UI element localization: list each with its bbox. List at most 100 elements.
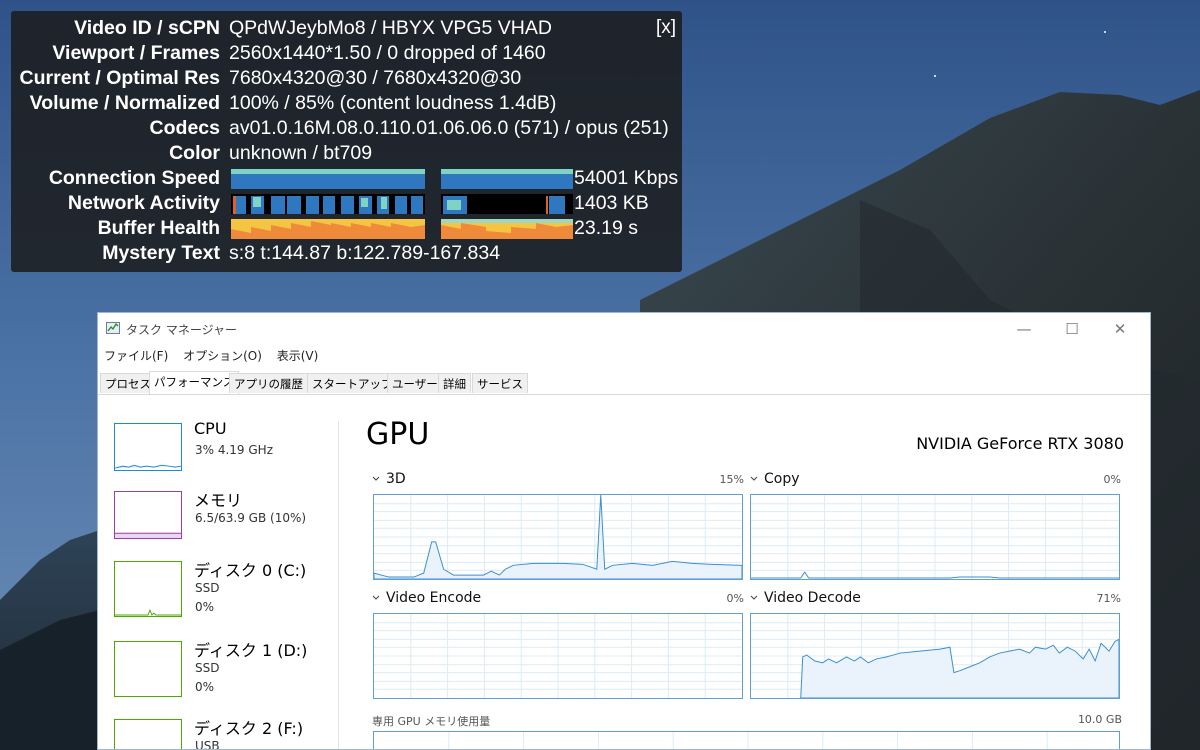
chevron-down-icon — [750, 476, 758, 481]
stats-value: 7680x4320@30 / 7680x4320@30 — [229, 67, 522, 89]
stats-value: s:8 t:144.87 b:122.789-167.834 — [229, 242, 501, 264]
tab-users[interactable]: ユーザー — [387, 373, 443, 393]
engine-percent: 71% — [1096, 592, 1121, 605]
sidebar-item-memory[interactable]: メモリ 6.5/63.9 GB (10%) — [114, 487, 334, 549]
engine-percent: 15% — [719, 473, 744, 486]
sidebar-item-usage: 0% — [195, 680, 215, 694]
graph-3d — [373, 494, 743, 580]
engine-percent: 0% — [726, 592, 744, 605]
stats-row-connection-speed: Connection Speed 54001 Kbps — [11, 166, 682, 191]
dedicated-gpu-memory-max: 10.0 GB — [1077, 713, 1122, 726]
chevron-down-icon — [750, 595, 758, 600]
graph-copy — [750, 494, 1120, 580]
stats-value: 54001 Kbps — [574, 167, 679, 189]
sidebar-item-label: CPU — [194, 419, 227, 438]
task-manager-window: タスク マネージャー — ☐ ✕ ファイル(F) オプション(O) 表示(V) … — [97, 312, 1151, 750]
menu-bar: ファイル(F) オプション(O) 表示(V) — [98, 347, 323, 367]
sidebar-item-disk-1[interactable]: ディスク 1 (D:) SSD 0% — [114, 637, 334, 699]
minimize-button[interactable]: — — [1000, 313, 1048, 345]
menu-view[interactable]: 表示(V) — [277, 349, 319, 363]
stats-row-mystery-text: Mystery Text s:8 t:144.87 b:122.789-167.… — [11, 241, 682, 266]
stats-row-buffer-health: Buffer Health 23.19 s — [11, 216, 682, 241]
menu-file[interactable]: ファイル(F) — [104, 349, 168, 363]
sidebar-item-label: メモリ — [194, 491, 243, 510]
engine-selector-video-encode[interactable]: Video Encode — [372, 590, 481, 606]
stats-label: Buffer Health — [97, 217, 220, 239]
sidebar-item-detail: SSD — [195, 661, 220, 675]
window-title: タスク マネージャー — [126, 323, 237, 337]
stats-label: Volume / Normalized — [29, 92, 220, 114]
title-bar[interactable]: タスク マネージャー — ☐ ✕ — [98, 313, 1150, 345]
close-button[interactable]: ✕ — [1096, 313, 1144, 345]
connection-speed-sparkline-2 — [441, 169, 573, 189]
sidebar-item-disk-0[interactable]: ディスク 0 (C:) SSD 0% — [114, 557, 334, 619]
dedicated-gpu-memory-label: 専用 GPU メモリ使用量 — [372, 715, 491, 728]
performance-sidebar: CPU 3% 4.19 GHz メモリ 6.5/63.9 GB (10%) ディ… — [98, 395, 338, 750]
gpu-model-name: NVIDIA GeForce RTX 3080 — [916, 434, 1124, 453]
stats-value: QPdWJeybMo8 / HBYX VPG5 VHAD — [229, 17, 552, 39]
stats-value: 2560x1440*1.50 / 0 dropped of 1460 — [229, 42, 546, 64]
engine-label: Video Decode — [764, 590, 861, 606]
stats-row-resolution: Current / Optimal Res 7680x4320@30 / 768… — [11, 66, 682, 91]
stats-row-network-activity: Network Activity 1403 KB — [11, 191, 682, 216]
buffer-health-sparkline-1 — [231, 219, 425, 239]
engine-selector-video-decode[interactable]: Video Decode — [750, 590, 861, 606]
menu-options[interactable]: オプション(O) — [183, 349, 262, 363]
tab-startup[interactable]: スタートアップ — [307, 373, 398, 393]
stats-value: unknown / bt709 — [229, 142, 373, 164]
stats-row-viewport: Viewport / Frames 2560x1440*1.50 / 0 dro… — [11, 41, 682, 66]
stats-label: Video ID / sCPN — [74, 17, 220, 39]
stats-label: Mystery Text — [102, 242, 220, 264]
disk-2-thumbnail-graph — [114, 719, 182, 749]
sidebar-item-label: ディスク 2 (F:) — [194, 719, 304, 738]
page-title: GPU — [366, 417, 430, 452]
engine-label: Video Encode — [386, 590, 482, 606]
stats-value: av01.0.16M.08.0.110.01.06.06.0 (571) / o… — [229, 117, 669, 139]
tab-processes[interactable]: プロセス — [100, 373, 156, 393]
tab-performance[interactable]: パフォーマンス — [149, 371, 240, 394]
tab-app-history[interactable]: アプリの履歴 — [229, 373, 308, 393]
network-activity-sparkline-1 — [231, 194, 425, 214]
tab-services[interactable]: サービス — [472, 373, 528, 393]
disk-1-thumbnail-graph — [114, 641, 182, 697]
task-manager-icon — [106, 322, 120, 334]
stats-label: Connection Speed — [48, 167, 220, 189]
chevron-down-icon — [372, 595, 380, 600]
sidebar-item-detail: SSD — [195, 581, 220, 595]
sidebar-item-cpu[interactable]: CPU 3% 4.19 GHz — [114, 419, 334, 481]
sidebar-item-detail: USB — [195, 739, 220, 750]
stats-label: Network Activity — [67, 192, 220, 214]
graph-dedicated-gpu-memory — [373, 731, 1120, 749]
chevron-down-icon — [372, 476, 380, 481]
maximize-button[interactable]: ☐ — [1048, 313, 1096, 345]
stats-label: Viewport / Frames — [52, 42, 220, 64]
stats-value: 23.19 s — [574, 217, 638, 239]
sidebar-item-label: ディスク 0 (C:) — [194, 561, 307, 580]
stats-label: Codecs — [149, 117, 220, 139]
engine-selector-3d[interactable]: 3D — [372, 471, 406, 487]
stats-row-volume: Volume / Normalized 100% / 85% (content … — [11, 91, 682, 116]
stats-label: Color — [169, 142, 220, 164]
connection-speed-sparkline-1 — [231, 169, 425, 189]
sidebar-item-detail: 3% 4.19 GHz — [195, 443, 274, 457]
tab-details[interactable]: 詳細 — [438, 373, 471, 393]
stats-label: Current / Optimal Res — [19, 67, 220, 89]
graph-video-encode — [373, 613, 743, 699]
pane-divider[interactable] — [338, 421, 339, 749]
disk-0-thumbnail-graph — [114, 561, 182, 617]
network-activity-sparkline-2 — [441, 194, 573, 214]
tab-bar: プロセス パフォーマンス アプリの履歴 スタートアップ ユーザー 詳細 サービス — [98, 371, 1150, 395]
stats-value: 1403 KB — [574, 192, 649, 214]
engine-selector-copy[interactable]: Copy — [750, 471, 800, 487]
engine-label: 3D — [386, 471, 406, 487]
stats-row-codecs: Codecs av01.0.16M.08.0.110.01.06.06.0 (5… — [11, 116, 682, 141]
stats-for-nerds-panel: [x] Video ID / sCPN QPdWJeybMo8 / HBYX V… — [11, 11, 682, 272]
engine-label: Copy — [764, 471, 800, 487]
buffer-health-sparkline-2 — [441, 219, 573, 239]
cpu-thumbnail-graph — [114, 423, 182, 471]
stats-value: 100% / 85% (content loudness 1.4dB) — [229, 92, 557, 114]
sidebar-item-disk-2[interactable]: ディスク 2 (F:) USB — [114, 715, 334, 750]
stats-row-video-id: Video ID / sCPN QPdWJeybMo8 / HBYX VPG5 … — [11, 16, 682, 41]
engine-percent: 0% — [1103, 473, 1121, 486]
memory-thumbnail-graph — [114, 491, 182, 539]
